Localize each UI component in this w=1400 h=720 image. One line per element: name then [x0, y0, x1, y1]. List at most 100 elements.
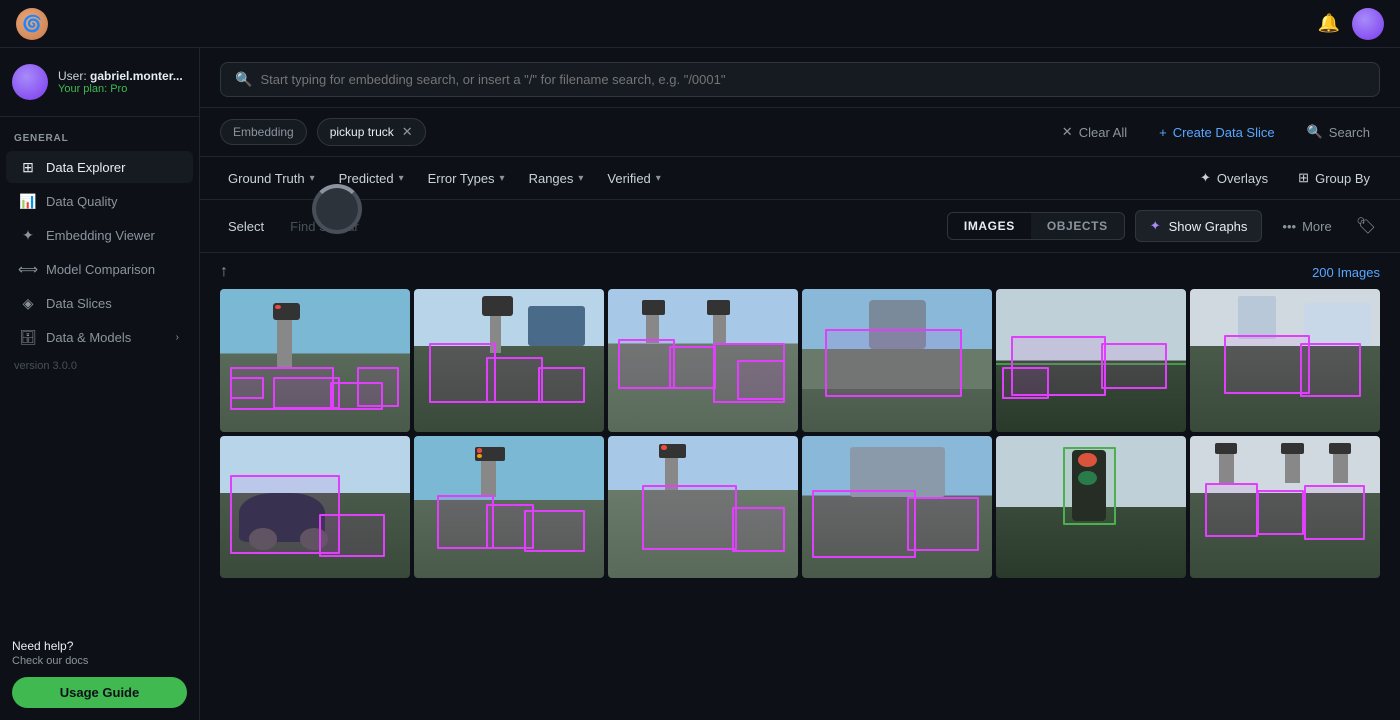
error-types-label: Error Types — [428, 171, 495, 186]
image-thumbnail — [608, 289, 798, 432]
sidebar-user-plan: Your plan: Pro — [58, 83, 183, 95]
search-bar: 🔍 — [200, 48, 1400, 108]
caret-down-icon: ▾ — [500, 173, 505, 184]
help-label: Need help? — [12, 639, 187, 653]
topbar: 🌀 🔔 — [0, 0, 1400, 48]
ground-truth-dropdown[interactable]: Ground Truth ▾ — [220, 166, 323, 191]
find-similar-wrapper: Find Similar — [282, 214, 367, 239]
image-count-bar: ↑ 200 Images — [220, 253, 1380, 289]
select-button[interactable]: Select — [220, 214, 272, 239]
filter-remove-icon[interactable]: ✕ — [402, 124, 413, 140]
filter-tag-pickup-truck[interactable]: pickup truck ✕ — [317, 118, 426, 146]
image-cell[interactable] — [220, 436, 410, 579]
image-cell[interactable] — [802, 436, 992, 579]
ranges-dropdown[interactable]: Ranges ▾ — [521, 166, 592, 191]
image-thumbnail — [996, 436, 1186, 579]
show-graphs-label: Show Graphs — [1169, 219, 1248, 234]
sidebar-item-model-comparison[interactable]: ⟺ Model Comparison — [6, 253, 193, 285]
topbar-right: 🔔 — [1318, 8, 1384, 40]
predicted-label: Predicted — [339, 171, 394, 186]
image-count: 200 Images — [1312, 265, 1380, 280]
image-thumbnail — [802, 289, 992, 432]
sidebar-item-label: Model Comparison — [46, 262, 155, 277]
image-thumbnail — [1190, 436, 1380, 579]
images-toggle-button[interactable]: IMAGES — [948, 213, 1031, 239]
caret-down-icon: ▾ — [656, 173, 661, 184]
sidebar-item-data-slices[interactable]: ◈ Data Slices — [6, 287, 193, 319]
create-data-slice-button[interactable]: + Create Data Slice — [1149, 120, 1284, 145]
more-button[interactable]: ••• More — [1272, 212, 1341, 241]
graph-icon: ✦ — [1150, 218, 1161, 234]
sidebar-bottom: Need help? Check our docs Usage Guide — [0, 627, 199, 720]
image-cell[interactable] — [414, 436, 604, 579]
caret-down-icon: ▾ — [578, 173, 583, 184]
search-input-wrapper: 🔍 — [220, 62, 1380, 97]
sidebar: User: gabriel.monter... Your plan: Pro G… — [0, 0, 200, 720]
sidebar-item-data-models[interactable]: 🗄 Data & Models › — [6, 321, 193, 353]
image-cell[interactable] — [1190, 289, 1380, 432]
objects-toggle-button[interactable]: OBJECTS — [1031, 213, 1124, 239]
image-thumbnail — [220, 289, 410, 432]
scatter-icon: ✦ — [20, 227, 36, 243]
sidebar-item-data-quality[interactable]: 📊 Data Quality — [6, 185, 193, 217]
usage-guide-button[interactable]: Usage Guide — [12, 677, 187, 708]
sidebar-item-label: Data Quality — [46, 194, 118, 209]
sidebar-item-label: Embedding Viewer — [46, 228, 155, 243]
filter-tag-type: Embedding — [233, 125, 294, 139]
image-cell[interactable] — [1190, 436, 1380, 579]
image-grid-row-1 — [220, 289, 1380, 432]
show-graphs-button[interactable]: ✦ Show Graphs — [1135, 210, 1263, 242]
image-cell[interactable] — [608, 289, 798, 432]
clear-all-label: Clear All — [1079, 125, 1127, 140]
compare-icon: ⟺ — [20, 261, 36, 277]
sidebar-username: User: gabriel.monter... — [58, 69, 183, 83]
search-button[interactable]: 🔍 Search — [1297, 119, 1380, 145]
image-thumbnail — [996, 289, 1186, 432]
error-types-dropdown[interactable]: Error Types ▾ — [420, 166, 513, 191]
sidebar-item-label: Data Explorer — [46, 160, 125, 175]
docs-link[interactable]: Check our docs — [12, 655, 187, 667]
image-cell[interactable] — [608, 436, 798, 579]
main-content: 🔍 Embedding pickup truck ✕ ✕ Clear All +… — [200, 48, 1400, 720]
app-logo: 🌀 — [16, 8, 48, 40]
tag-button[interactable]: 🏷 — [1352, 212, 1380, 240]
clear-all-button[interactable]: ✕ Clear All — [1052, 119, 1137, 145]
image-cell[interactable] — [996, 436, 1186, 579]
search-icon: 🔍 — [235, 71, 252, 88]
more-dots-icon: ••• — [1282, 219, 1296, 234]
search-label: Search — [1329, 125, 1370, 140]
verified-dropdown[interactable]: Verified ▾ — [599, 166, 668, 191]
chevron-right-icon: › — [176, 332, 179, 343]
close-icon: ✕ — [1062, 124, 1073, 140]
grid-icon: ⊞ — [20, 159, 36, 175]
image-thumbnail — [220, 436, 410, 579]
sidebar-item-label: Data Slices — [46, 296, 112, 311]
image-cell[interactable] — [220, 289, 410, 432]
user-avatar[interactable] — [1352, 8, 1384, 40]
more-label: More — [1302, 219, 1332, 234]
image-cell[interactable] — [996, 289, 1186, 432]
toolbar: Ground Truth ▾ Predicted ▾ Error Types ▾… — [200, 157, 1400, 200]
image-grid-row-2 — [220, 436, 1380, 579]
filter-tag-embedding[interactable]: Embedding — [220, 119, 307, 145]
upload-icon[interactable]: ↑ — [220, 263, 228, 281]
sidebar-user-info: User: gabriel.monter... Your plan: Pro — [58, 69, 183, 95]
filter-tag-value: pickup truck — [330, 125, 394, 139]
overlays-button[interactable]: ✦ Overlays — [1190, 165, 1278, 191]
image-thumbnail — [802, 436, 992, 579]
sidebar-item-embedding-viewer[interactable]: ✦ Embedding Viewer — [6, 219, 193, 251]
sidebar-item-data-explorer[interactable]: ⊞ Data Explorer — [6, 151, 193, 183]
ranges-label: Ranges — [529, 171, 574, 186]
image-cell[interactable] — [802, 289, 992, 432]
image-cell[interactable] — [414, 289, 604, 432]
layers-icon: ◈ — [20, 295, 36, 311]
sidebar-item-label: Data & Models — [46, 330, 131, 345]
image-area: ↑ 200 Images — [200, 253, 1400, 720]
sidebar-section-label: GENERAL — [0, 117, 199, 150]
search-input[interactable] — [260, 72, 1365, 87]
notification-bell-icon[interactable]: 🔔 — [1318, 13, 1340, 34]
ground-truth-label: Ground Truth — [228, 171, 305, 186]
overlays-icon: ✦ — [1200, 170, 1211, 186]
group-by-button[interactable]: ⊞ Group By — [1288, 165, 1380, 191]
image-thumbnail — [414, 289, 604, 432]
